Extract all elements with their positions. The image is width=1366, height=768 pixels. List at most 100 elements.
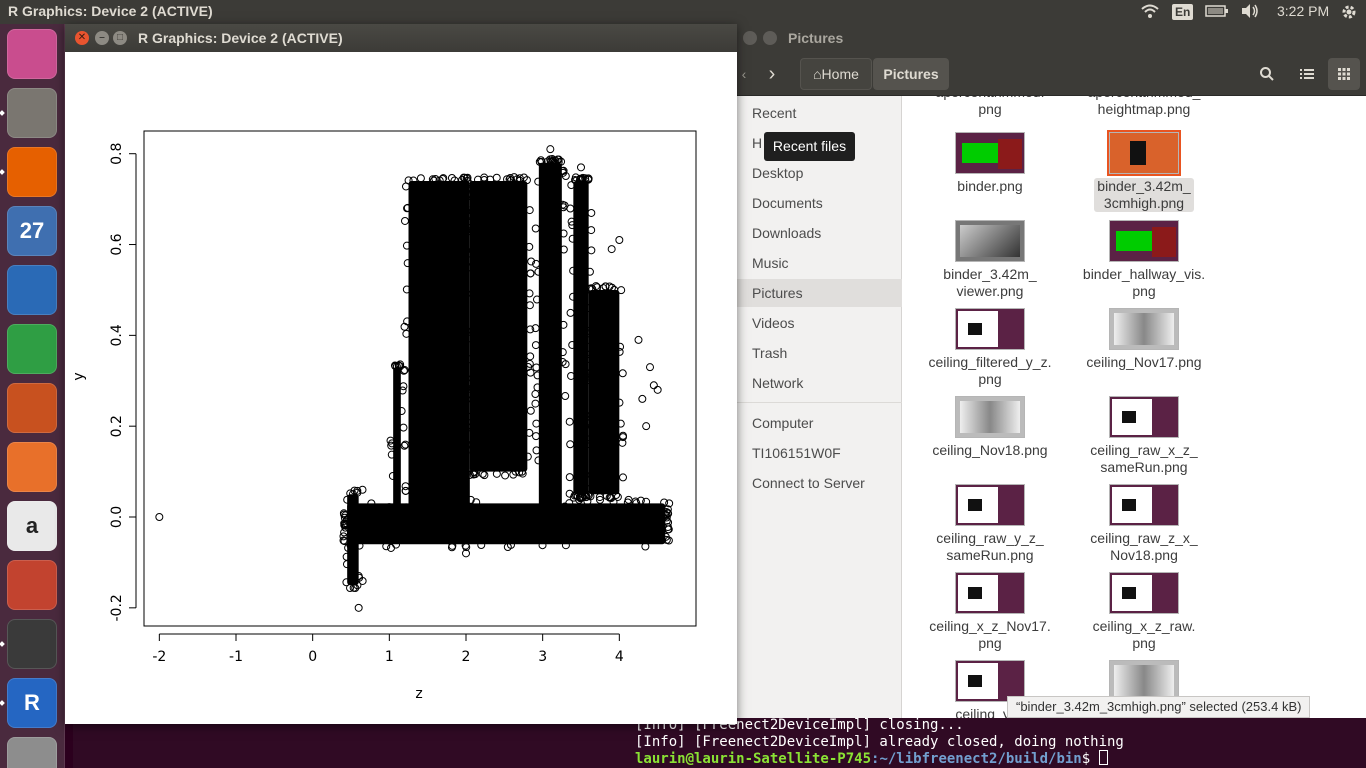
y-tick-label: 0.4	[109, 324, 125, 346]
launcher-impress-icon[interactable]	[7, 383, 57, 433]
file-item[interactable]: binder_3.42m_ viewer.png	[915, 220, 1065, 300]
sidebar-item-connect-to-server[interactable]: Connect to Server	[737, 469, 902, 497]
wifi-icon[interactable]	[1141, 3, 1159, 22]
launcher-calendar-icon[interactable]: 27	[7, 206, 57, 256]
data-point	[617, 286, 626, 295]
file-name: ceiling_raw_x_z_ sameRun.png	[1090, 442, 1198, 475]
launcher-firefox-icon[interactable]	[7, 147, 57, 197]
sidebar-item-desktop[interactable]: Desktop	[737, 159, 902, 187]
sidebar-item-recent[interactable]: Recent	[737, 99, 902, 127]
x-tick-label: 1	[385, 649, 394, 665]
minimize-icon[interactable]: –	[95, 31, 109, 45]
data-point	[607, 245, 616, 254]
launcher: 27 a R	[0, 24, 65, 768]
launcher-r-icon[interactable]: R	[7, 678, 57, 728]
data-point	[618, 369, 627, 378]
sidebar-item-computer[interactable]: Computer	[737, 409, 902, 437]
file-item[interactable]: binder.png	[915, 132, 1065, 195]
x-tick-label: 0	[308, 649, 317, 665]
clock[interactable]: 3:22 PM	[1277, 3, 1329, 19]
sidebar-item-trash[interactable]: Trash	[737, 339, 902, 367]
volume-icon[interactable]	[1240, 3, 1260, 22]
sidebar-item-music[interactable]: Music	[737, 249, 902, 277]
file-name: ceiling_raw_y_z_ sameRun.png	[936, 530, 1044, 563]
file-name: ceiling_Nov18.png	[932, 442, 1048, 458]
maximize-icon[interactable]: □	[113, 31, 127, 45]
file-grid[interactable]: apercenttrimmed. png apercenttrimmed_ hei…	[903, 96, 1366, 718]
files-window-title: Pictures	[788, 30, 844, 46]
file-item[interactable]: ceiling_x_z_Nov17. png	[915, 572, 1065, 652]
sidebar-item-downloads[interactable]: Downloads	[737, 219, 902, 247]
launcher-calc-icon[interactable]	[7, 324, 57, 374]
files-window[interactable]: Pictures ‹ › ⌂ Home Pictures Recent H Deskt…	[737, 24, 1366, 718]
sidebar-item-documents[interactable]: Documents	[737, 189, 902, 217]
sidebar-item-videos[interactable]: Videos	[737, 309, 902, 337]
file-item[interactable]: ceiling_Nov18.png	[915, 396, 1065, 459]
running-indicator	[0, 169, 5, 175]
search-icon[interactable]	[1252, 58, 1282, 90]
x-axis-label: z	[415, 686, 422, 702]
sidebar-item-ti106151w0f[interactable]: TI106151W0F	[737, 439, 902, 467]
gear-icon[interactable]	[1340, 3, 1358, 24]
file-item[interactable]: apercenttrimmed_ heightmap.png	[1069, 96, 1219, 118]
launcher-ubuntu-dash-icon[interactable]	[7, 29, 57, 79]
file-name: binder_3.42m_ viewer.png	[943, 266, 1037, 299]
minimize-icon[interactable]	[763, 31, 777, 45]
y-tick-label: -0.2	[109, 594, 125, 621]
data-point	[649, 381, 658, 390]
data-point	[531, 341, 540, 350]
file-thumbnail	[955, 572, 1025, 614]
breadcrumb-pictures[interactable]: Pictures	[873, 58, 949, 90]
file-item[interactable]: ceiling_Nov17.png	[1069, 308, 1219, 371]
files-titlebar[interactable]: Pictures	[737, 24, 1366, 52]
grid-view-icon[interactable]	[1328, 58, 1360, 90]
keyboard-layout-indicator[interactable]: En	[1172, 4, 1194, 20]
files-toolbar: ‹ › ⌂ Home Pictures	[737, 52, 1366, 96]
data-point	[416, 174, 425, 183]
file-item[interactable]: ceiling_x_z_raw. png	[1069, 572, 1219, 652]
data-point	[358, 485, 367, 494]
sidebar-item-pictures[interactable]: Pictures	[737, 279, 902, 307]
data-point	[634, 335, 643, 344]
file-item[interactable]: binder_hallway_vis. png	[1069, 220, 1219, 300]
sidebar-item-network[interactable]: Network	[737, 369, 902, 397]
file-thumbnail	[1109, 572, 1179, 614]
close-icon[interactable]	[743, 31, 757, 45]
launcher-terminal-icon[interactable]	[7, 619, 57, 669]
sidebar-divider	[737, 402, 902, 403]
forward-icon[interactable]: ›	[759, 58, 785, 90]
r-window-title: R Graphics: Device 2 (ACTIVE)	[138, 30, 343, 46]
file-thumbnail	[1109, 396, 1179, 438]
data-point	[546, 145, 555, 154]
close-icon[interactable]: ✕	[75, 31, 89, 45]
data-point	[480, 471, 489, 480]
r-titlebar[interactable]: ✕ – □ R Graphics: Device 2 (ACTIVE)	[65, 24, 737, 52]
launcher-software-center-icon[interactable]	[7, 442, 57, 492]
data-point	[642, 422, 651, 431]
file-item[interactable]: ceiling_raw_y_z_ sameRun.png	[915, 484, 1065, 564]
terminal-prompt: laurin@laurin-Satellite-P745:~/libfreene…	[635, 750, 1108, 767]
file-item[interactable]: ceiling_raw_x_z_ sameRun.png	[1069, 396, 1219, 476]
launcher-trash-icon[interactable]	[7, 737, 57, 768]
y-tick-label: 0.6	[109, 233, 125, 255]
data-point	[387, 543, 396, 552]
file-item[interactable]: ceiling_filtered_y_z. png	[915, 308, 1065, 388]
battery-icon[interactable]	[1205, 3, 1229, 22]
launcher-amazon-icon[interactable]: a	[7, 501, 57, 551]
back-icon[interactable]: ‹	[737, 58, 751, 90]
selection-status: “binder_3.42m_3cmhigh.png” selected (253…	[1007, 696, 1311, 718]
file-name: apercenttrimmed_ heightmap.png	[1088, 96, 1201, 117]
file-item[interactable]: ceiling_raw_z_x_ Nov18.png	[1069, 484, 1219, 564]
launcher-system-settings-icon[interactable]	[7, 560, 57, 610]
y-tick-label: 0.0	[109, 506, 125, 528]
file-item[interactable]: binder_3.42m_ 3cmhigh.png	[1069, 132, 1219, 212]
launcher-files-icon[interactable]	[7, 88, 57, 138]
file-name: ceiling_Nov17.png	[1086, 354, 1202, 370]
launcher-writer-icon[interactable]	[7, 265, 57, 315]
file-item[interactable]: apercenttrimmed. png	[915, 96, 1065, 118]
list-view-icon[interactable]	[1292, 58, 1322, 90]
file-thumbnail	[1109, 308, 1179, 350]
data-point	[587, 208, 596, 217]
r-graphics-window[interactable]: ✕ – □ R Graphics: Device 2 (ACTIVE) -2 -1…	[65, 24, 737, 724]
breadcrumb-home[interactable]: ⌂ Home	[800, 58, 872, 90]
